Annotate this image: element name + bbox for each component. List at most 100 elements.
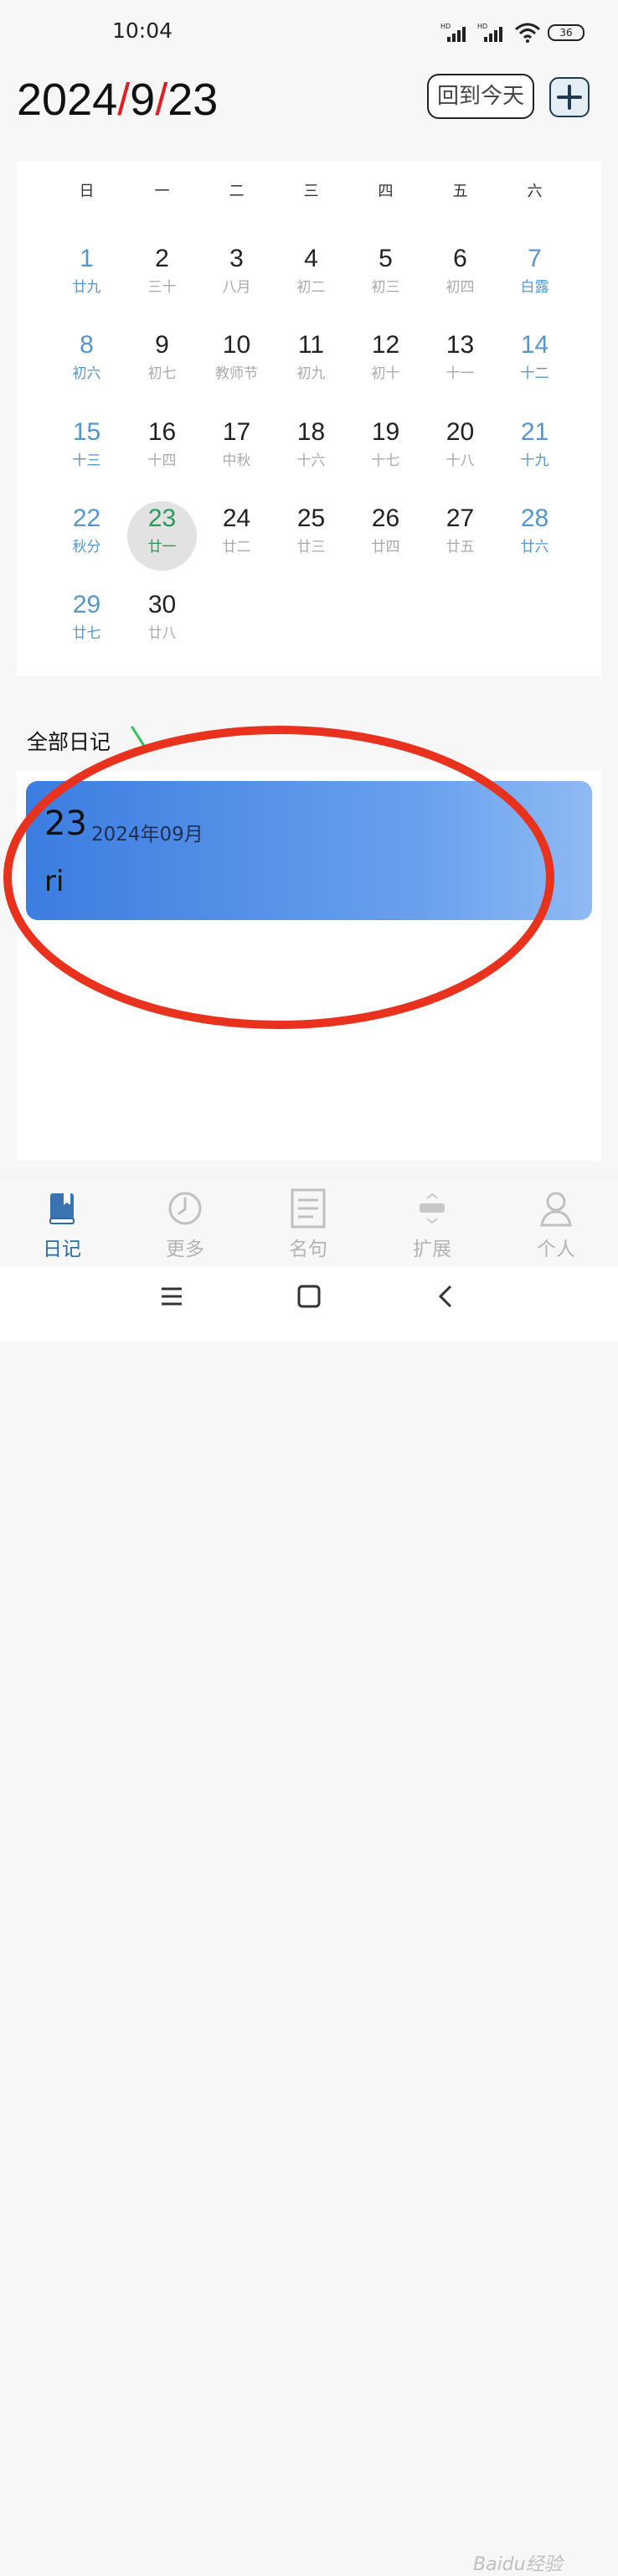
- calendar-day[interactable]: 3 八月: [198, 236, 275, 313]
- calendar-day[interactable]: 9 初七: [124, 323, 200, 400]
- calendar-day[interactable]: 18 十六: [273, 410, 349, 487]
- calendar-day[interactable]: 19 十七: [348, 410, 424, 487]
- day-number: 21: [520, 418, 549, 446]
- calendar-day[interactable]: 11 初九: [273, 323, 349, 400]
- day-number: 18: [296, 418, 326, 446]
- lunar-date: 十一: [445, 365, 475, 382]
- day-number: 25: [296, 504, 326, 532]
- calendar-day[interactable]: 22 秋分: [49, 496, 125, 573]
- header: 2024/9/23 回到今天: [0, 67, 618, 151]
- tab-label: 扩展: [413, 1239, 451, 1260]
- day-number: 17: [222, 418, 251, 446]
- day-number: 12: [371, 331, 400, 359]
- lunar-date: 中秋: [222, 453, 251, 469]
- lunar-date: 十八: [445, 453, 475, 469]
- lunar-date: 初四: [445, 279, 475, 296]
- day-number: 11: [297, 331, 325, 359]
- back-icon[interactable]: [434, 1284, 459, 1309]
- calendar-day[interactable]: 24 廿二: [198, 496, 275, 573]
- clock-icon: [168, 1192, 202, 1225]
- weekday-label: 六: [527, 183, 543, 200]
- bottom-tab-bar: 日记 更多 名句 扩展 个人: [0, 1177, 618, 1268]
- lunar-date: 十九: [520, 453, 549, 469]
- lunar-date: 廿九: [72, 279, 101, 296]
- calendar-day[interactable]: 17 中秋: [198, 410, 275, 487]
- wifi-icon: [515, 23, 540, 43]
- signal-icon: HD: [440, 23, 466, 42]
- calendar-day[interactable]: 16 十四: [124, 410, 200, 487]
- tab-more[interactable]: 更多: [135, 1187, 235, 1261]
- day-number: 10: [222, 331, 251, 359]
- tab-quotes[interactable]: 名句: [258, 1187, 358, 1261]
- day-number: 29: [72, 591, 101, 618]
- calendar-day[interactable]: 21 十九: [497, 410, 573, 487]
- watermark: Baidu经验: [473, 2554, 563, 2575]
- lunar-date: 廿五: [445, 539, 475, 556]
- calendar-day[interactable]: 23 廿一: [124, 496, 200, 573]
- lunar-date: 廿三: [296, 539, 326, 556]
- lunar-date: 廿八: [147, 625, 177, 642]
- add-entry-button[interactable]: [549, 77, 590, 117]
- person-icon: [540, 1192, 572, 1227]
- day-number: 6: [453, 245, 467, 272]
- weekday-header: 日 一 二 三 四 五 六: [17, 179, 601, 204]
- lunar-date: 初三: [371, 279, 400, 296]
- day-number: 23: [147, 504, 177, 532]
- calendar-day[interactable]: 29 廿七: [49, 582, 125, 660]
- day-number: 22: [72, 504, 101, 532]
- weekday-label: 三: [303, 183, 319, 200]
- calendar-day[interactable]: 25 廿三: [273, 496, 349, 573]
- home-icon[interactable]: [296, 1284, 322, 1309]
- day-number: 2: [155, 245, 169, 272]
- back-to-today-button[interactable]: 回到今天: [427, 74, 534, 119]
- tab-label: 日记: [43, 1239, 81, 1260]
- tab-extension[interactable]: 扩展: [382, 1187, 482, 1261]
- lunar-date: 八月: [222, 279, 251, 296]
- calendar-day[interactable]: 1 廿九: [49, 236, 125, 313]
- tab-personal[interactable]: 个人: [506, 1187, 606, 1261]
- svg-text:HD: HD: [440, 23, 451, 30]
- calendar-day[interactable]: 30 廿八: [124, 582, 200, 660]
- lunar-date: 十六: [296, 453, 326, 469]
- tab-label: 更多: [166, 1239, 204, 1260]
- day-number: 30: [147, 591, 177, 618]
- status-icons: HD HD 36: [440, 22, 585, 44]
- calendar-day[interactable]: 27 廿五: [422, 496, 498, 573]
- day-number: 20: [445, 418, 475, 446]
- calendar-day[interactable]: 7 白露: [497, 236, 573, 313]
- calendar-day[interactable]: 2 三十: [124, 236, 200, 313]
- calendar-day[interactable]: 4 初二: [273, 236, 349, 313]
- calendar-day[interactable]: 10 教师节: [198, 323, 275, 400]
- day-number: 19: [371, 418, 400, 446]
- battery-icon: 36: [548, 24, 585, 41]
- calendar-day[interactable]: 14 十二: [497, 323, 573, 400]
- calendar-day[interactable]: 8 初六: [49, 323, 125, 400]
- calendar-day[interactable]: 15 十三: [49, 410, 125, 487]
- annotation-ellipse: [3, 726, 554, 1029]
- day-number: 4: [304, 245, 318, 272]
- lunar-date: 廿四: [371, 539, 400, 556]
- lunar-date: 十四: [147, 453, 177, 469]
- day-number: 5: [379, 245, 393, 272]
- day-number: 7: [528, 245, 542, 272]
- calendar-day[interactable]: 5 初三: [348, 236, 424, 313]
- extension-icon: [420, 1192, 445, 1224]
- calendar-day[interactable]: 26 廿四: [348, 496, 424, 573]
- day-number: 1: [80, 245, 94, 272]
- tab-diary[interactable]: 日记: [12, 1187, 112, 1261]
- svg-text:HD: HD: [477, 23, 487, 30]
- calendar-day[interactable]: 20 十八: [422, 410, 498, 487]
- weekday-label: 日: [79, 183, 95, 200]
- weekday-label: 五: [452, 183, 468, 200]
- menu-icon[interactable]: [159, 1284, 184, 1309]
- lunar-date: 廿二: [222, 539, 251, 556]
- day-number: 3: [229, 245, 244, 272]
- page-title: 2024/9/23: [17, 75, 219, 125]
- calendar-day[interactable]: 12 初十: [348, 323, 424, 400]
- day-number: 14: [520, 331, 549, 359]
- calendar-day[interactable]: 13 十一: [422, 323, 498, 400]
- lunar-date: 初二: [296, 279, 326, 296]
- calendar-day[interactable]: 28 廿六: [497, 496, 573, 573]
- lunar-date: 廿七: [72, 625, 101, 642]
- calendar-day[interactable]: 6 初四: [422, 236, 498, 313]
